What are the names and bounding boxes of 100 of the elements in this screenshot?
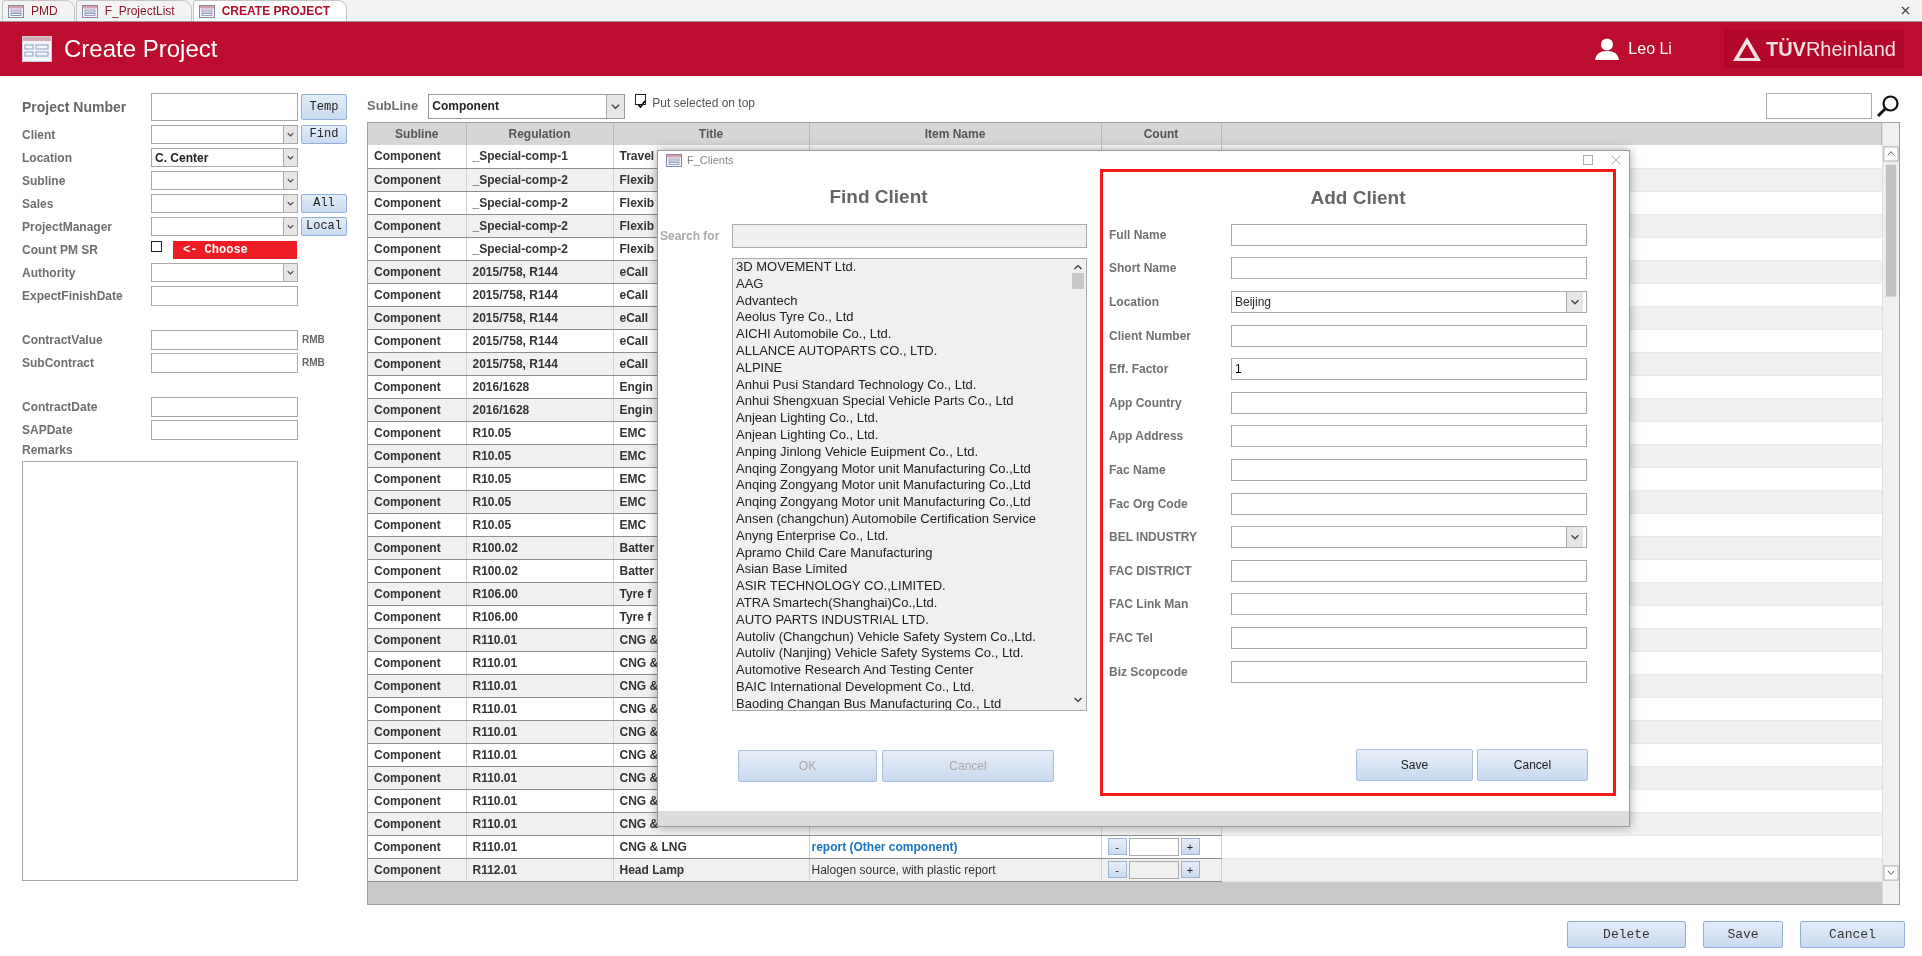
field-label: Remarks bbox=[22, 442, 74, 459]
dropdown-field[interactable] bbox=[151, 125, 298, 144]
table-cell: 2015/758, R144 bbox=[466, 329, 613, 352]
input-field[interactable] bbox=[1231, 458, 1587, 481]
input-field[interactable] bbox=[1231, 593, 1587, 616]
field-label: Sales bbox=[22, 195, 55, 213]
field-label: Eff. Factor bbox=[1109, 361, 1170, 379]
caret-icon[interactable] bbox=[283, 172, 297, 189]
input-field[interactable] bbox=[151, 285, 298, 306]
logo-text: TÜVRheinland bbox=[1765, 37, 1896, 62]
tab[interactable]: PMD bbox=[2, 0, 75, 21]
input-field[interactable] bbox=[1231, 391, 1587, 414]
search-icon[interactable] bbox=[1876, 94, 1900, 118]
table-cell: R110.01 bbox=[466, 651, 613, 674]
item-link[interactable]: report (Other component) bbox=[809, 835, 1101, 858]
form-icon bbox=[8, 4, 24, 18]
table-cell: R110.01 bbox=[466, 812, 613, 835]
search-field[interactable] bbox=[1766, 93, 1872, 119]
table-cell: Component bbox=[368, 191, 466, 214]
input-field[interactable] bbox=[1231, 626, 1587, 649]
form-button[interactable]: Local bbox=[301, 217, 347, 236]
input-field[interactable] bbox=[151, 419, 298, 440]
count-field[interactable] bbox=[1128, 837, 1179, 856]
dropdown-field[interactable]: Beijing bbox=[1231, 291, 1587, 313]
table-cell: Component bbox=[368, 490, 466, 513]
close-icon[interactable] bbox=[1901, 6, 1910, 15]
input-field[interactable] bbox=[151, 352, 298, 373]
caret-icon[interactable] bbox=[283, 195, 297, 212]
table-cell: Component bbox=[368, 651, 466, 674]
form-icon bbox=[666, 153, 682, 167]
tab[interactable]: F_ProjectList bbox=[75, 0, 192, 21]
form-button[interactable]: Save bbox=[1703, 921, 1783, 948]
table-cell: Component bbox=[368, 145, 466, 168]
table-cell: _Special-comp-2 bbox=[466, 191, 613, 214]
input-field[interactable] bbox=[1231, 324, 1587, 347]
dropdown-field[interactable] bbox=[151, 263, 298, 282]
form-button[interactable]: Cancel bbox=[1800, 921, 1905, 948]
form-button[interactable]: Temp bbox=[301, 94, 347, 120]
input-field[interactable]: 1 bbox=[1231, 358, 1587, 381]
table-cell: Component bbox=[368, 260, 466, 283]
input-field[interactable] bbox=[151, 396, 298, 417]
table-cell: R10.05 bbox=[466, 444, 613, 467]
input-field[interactable] bbox=[1231, 492, 1587, 515]
caret-icon[interactable] bbox=[606, 94, 625, 118]
input-field[interactable] bbox=[1231, 559, 1587, 582]
input-field[interactable] bbox=[151, 329, 298, 350]
table-cell: R10.05 bbox=[466, 467, 613, 490]
input-field[interactable] bbox=[1231, 660, 1587, 683]
dropdown-field[interactable] bbox=[151, 194, 298, 213]
table-cell: Component bbox=[368, 168, 466, 191]
input-field[interactable] bbox=[1231, 223, 1587, 246]
field-label: FAC DISTRICT bbox=[1109, 562, 1193, 580]
checkbox[interactable] bbox=[151, 241, 162, 252]
caret-icon[interactable] bbox=[283, 218, 297, 235]
table-cell: Component bbox=[368, 237, 466, 260]
input-field[interactable] bbox=[151, 93, 298, 121]
form-button[interactable]: All bbox=[301, 194, 347, 213]
table-cell: Component bbox=[368, 812, 466, 835]
form-button[interactable]: Delete bbox=[1567, 921, 1686, 948]
field-label: Biz Scopcode bbox=[1109, 663, 1189, 681]
table-cell: R10.05 bbox=[466, 513, 613, 536]
increment-button[interactable]: + bbox=[1180, 861, 1200, 878]
caret-icon[interactable] bbox=[283, 264, 297, 281]
table-cell: Component bbox=[368, 214, 466, 237]
field-label: Fac Name bbox=[1109, 461, 1167, 479]
count-field[interactable] bbox=[1128, 860, 1179, 879]
table-cell: R110.01 bbox=[466, 697, 613, 720]
caret-icon[interactable] bbox=[1566, 527, 1583, 548]
form-icon bbox=[81, 4, 98, 18]
scrollbar[interactable] bbox=[1882, 123, 1899, 904]
dialog-button[interactable]: Cancel bbox=[1477, 749, 1588, 781]
tab[interactable]: CREATE PROJECT bbox=[192, 0, 348, 21]
maximize-icon[interactable] bbox=[1583, 155, 1593, 165]
dialog-button[interactable]: Save bbox=[1356, 749, 1473, 781]
increment-button[interactable]: + bbox=[1180, 838, 1200, 855]
table-cell: 2015/758, R144 bbox=[466, 306, 613, 329]
table-cell: _Special-comp-2 bbox=[466, 214, 613, 237]
form-button[interactable]: Find bbox=[301, 125, 347, 144]
table-cell: R112.01 bbox=[466, 858, 613, 881]
dropdown-field[interactable] bbox=[151, 217, 298, 236]
caret-icon[interactable] bbox=[1566, 292, 1583, 312]
decrement-button[interactable]: - bbox=[1107, 838, 1127, 855]
field-label: Short Name bbox=[1109, 260, 1178, 278]
caret-icon[interactable] bbox=[283, 149, 297, 166]
table-cell: R10.05 bbox=[466, 421, 613, 444]
input-field[interactable] bbox=[1231, 425, 1587, 448]
table-cell: Component bbox=[368, 835, 466, 858]
remarks-field[interactable] bbox=[22, 461, 298, 881]
subline-dropdown[interactable]: Component bbox=[428, 93, 626, 119]
window-title: F_Clients bbox=[687, 152, 734, 168]
dropdown-field[interactable] bbox=[151, 171, 298, 190]
field-label: SAPDate bbox=[22, 421, 74, 439]
input-field[interactable] bbox=[1231, 257, 1587, 280]
dropdown-field[interactable]: C. Center bbox=[151, 148, 298, 167]
decrement-button[interactable]: - bbox=[1107, 861, 1127, 878]
table-cell: R110.01 bbox=[466, 835, 613, 858]
table-cell: Component bbox=[368, 398, 466, 421]
caret-icon[interactable] bbox=[283, 126, 297, 143]
table-cell: Component bbox=[368, 421, 466, 444]
dropdown-field[interactable] bbox=[1231, 526, 1587, 549]
